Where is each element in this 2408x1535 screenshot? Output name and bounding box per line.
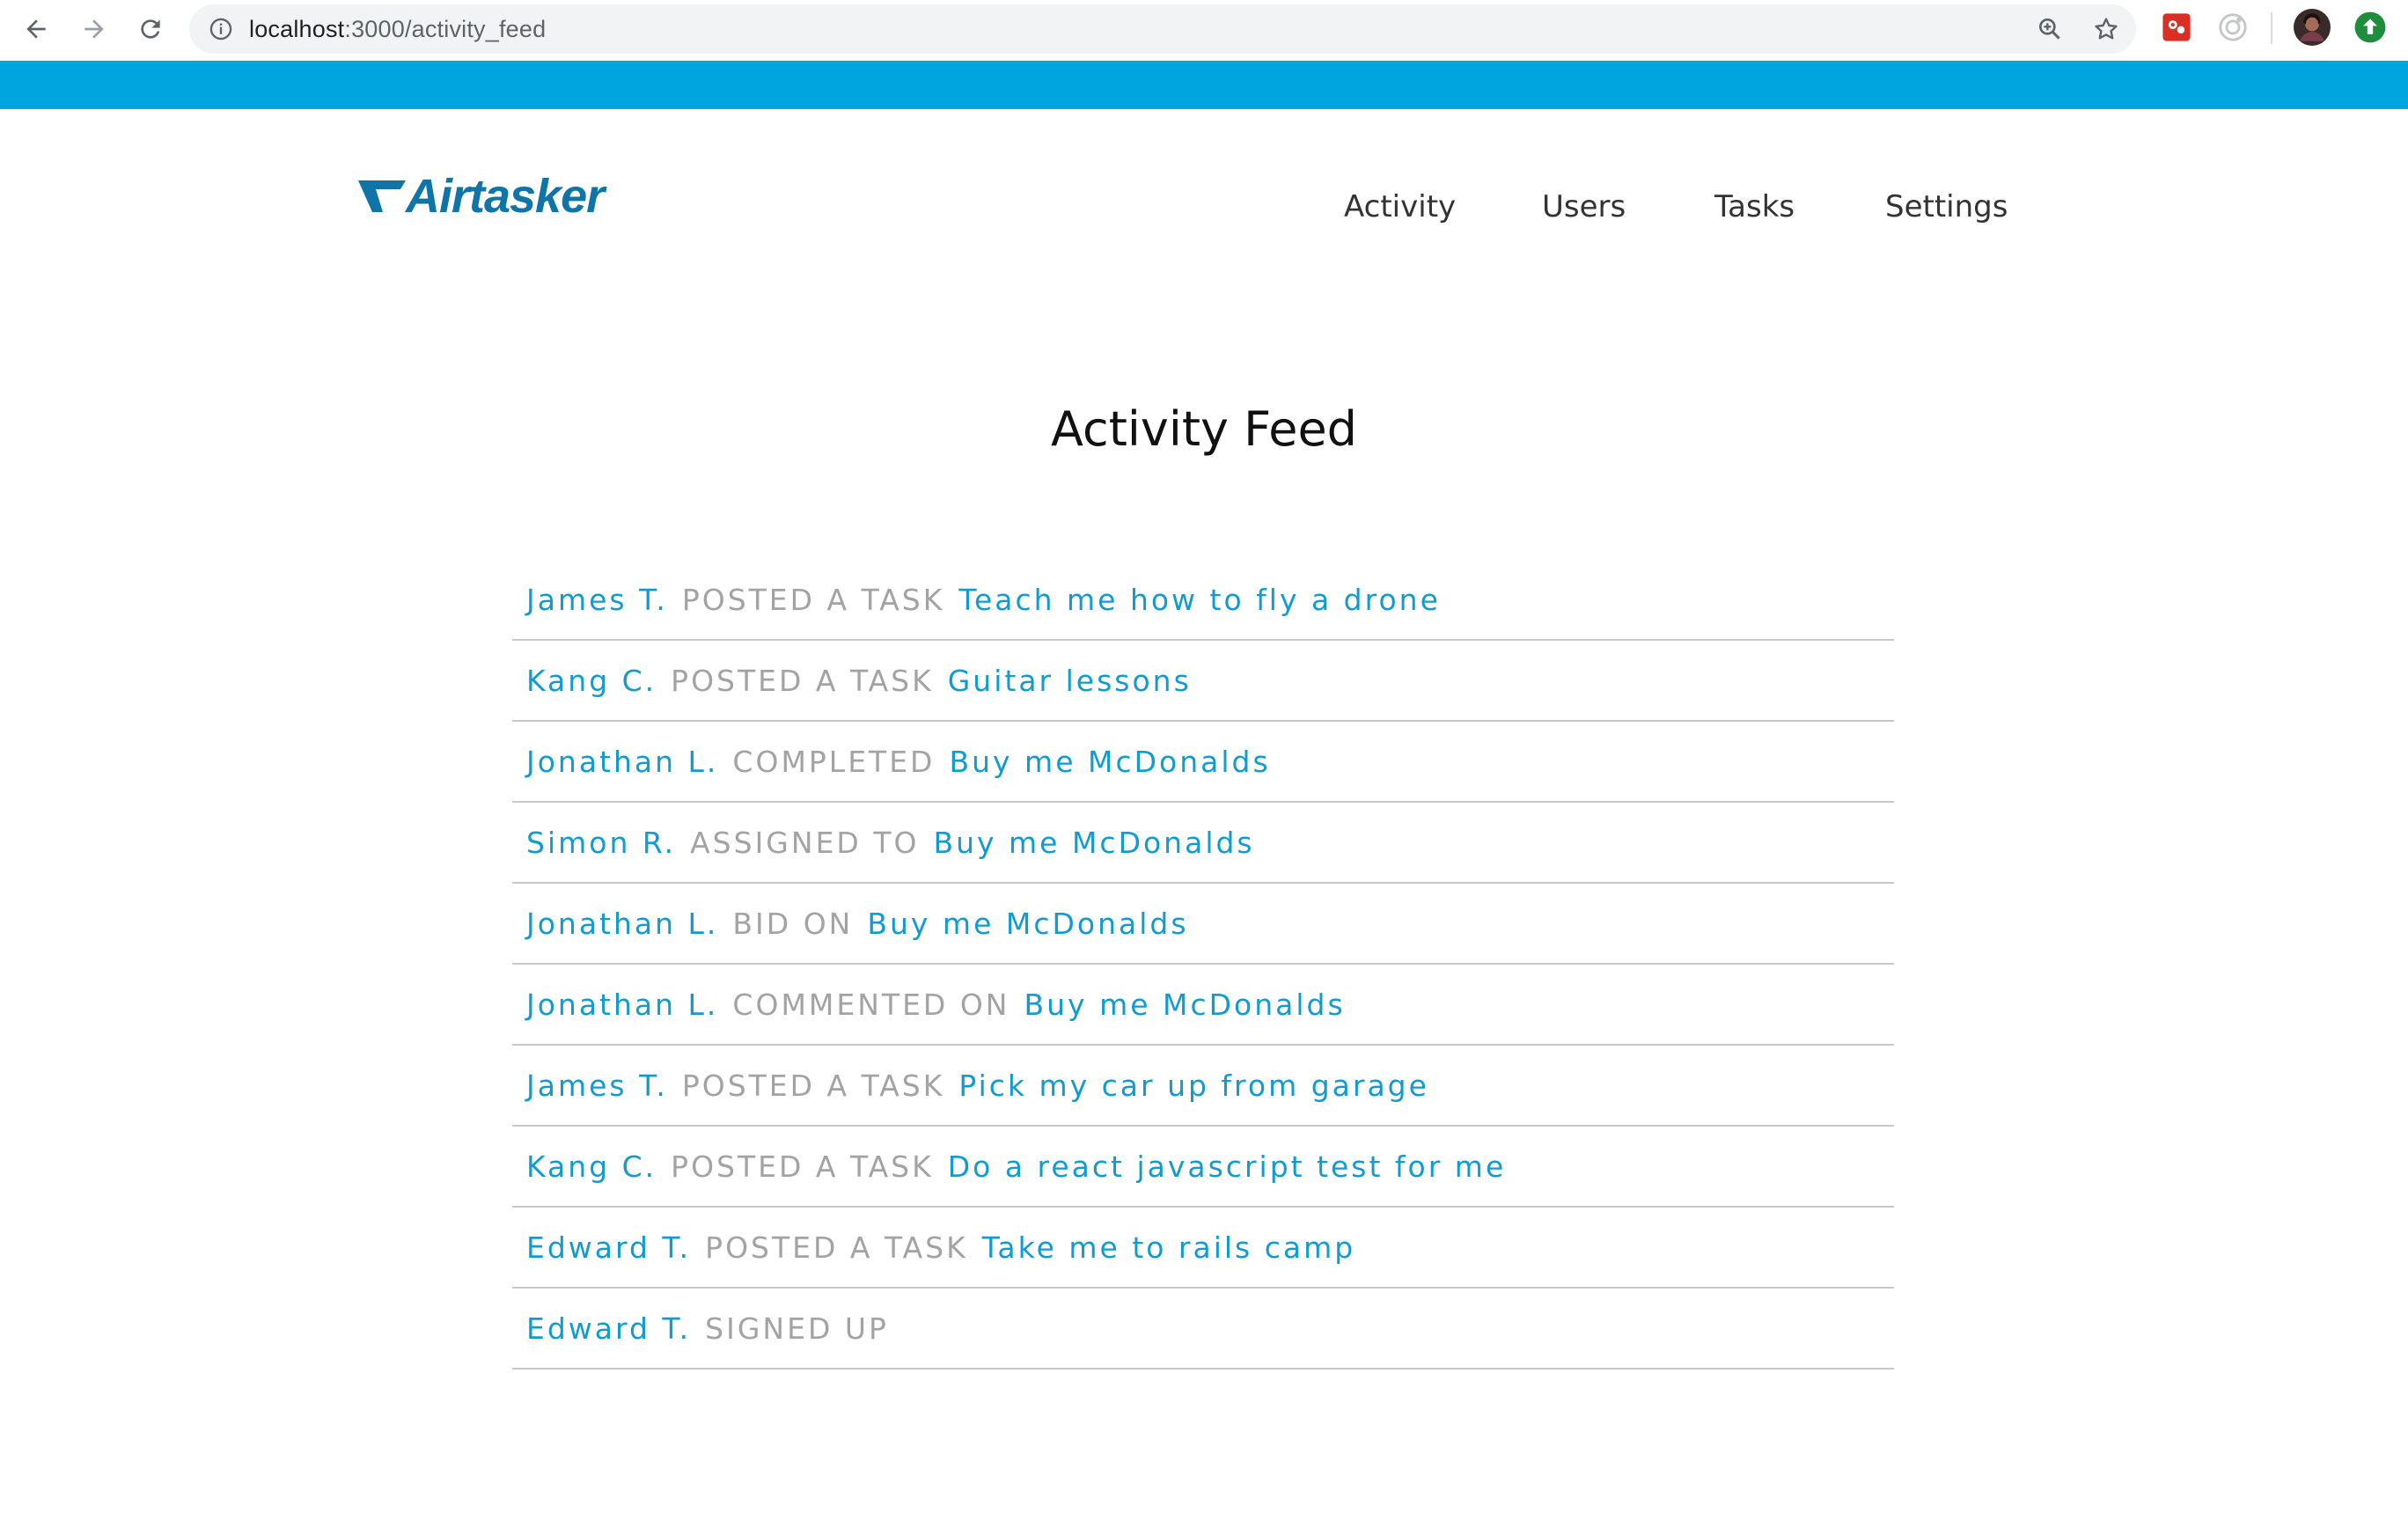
feed-user-link[interactable]: Jonathan L. <box>526 745 718 779</box>
activity-feed: James T. POSTED A TASK Teach me how to f… <box>512 560 1894 1370</box>
address-bar[interactable]: localhost:3000/activity_feed <box>189 4 2136 54</box>
toolbar-separator <box>2271 12 2272 44</box>
feed-action: POSTED A TASK <box>705 1230 968 1265</box>
feed-task-link[interactable]: Take me to rails camp <box>982 1230 1355 1265</box>
star-icon[interactable] <box>2092 15 2120 43</box>
forward-button[interactable] <box>72 7 116 51</box>
accent-banner <box>0 61 2408 109</box>
feed-task-link[interactable]: Buy me McDonalds <box>933 826 1254 860</box>
avatar[interactable] <box>2294 9 2331 46</box>
url-text[interactable]: localhost:3000/activity_feed <box>249 4 546 54</box>
feed-action: POSTED A TASK <box>681 1068 945 1103</box>
feed-action: COMMENTED ON <box>732 987 1010 1022</box>
feed-action: BID ON <box>732 906 854 941</box>
back-arrow-icon <box>26 19 46 39</box>
nav-item-settings[interactable]: Settings <box>1885 180 2008 233</box>
airtasker-logo[interactable]: Airtasker <box>356 170 605 223</box>
feed-user-link[interactable]: Jonathan L. <box>526 988 718 1022</box>
reload-button[interactable] <box>128 7 173 51</box>
feed-item: Edward T. POSTED A TASK Take me to rails… <box>512 1208 1894 1289</box>
feed-user-link[interactable]: Jonathan L. <box>526 907 718 941</box>
feed-item: Kang C. POSTED A TASK Do a react javascr… <box>512 1127 1894 1208</box>
feed-task-link[interactable]: Do a react javascript test for me <box>948 1149 1507 1184</box>
feed-action: ASSIGNED TO <box>690 825 920 860</box>
forward-arrow-icon <box>84 19 104 39</box>
feed-user-link[interactable]: James T. <box>526 583 668 617</box>
update-icon[interactable] <box>2353 11 2387 44</box>
back-button[interactable] <box>14 7 58 51</box>
feed-action: POSTED A TASK <box>681 582 945 617</box>
zoom-icon[interactable] <box>2036 15 2064 43</box>
feed-action: SIGNED UP <box>705 1311 889 1346</box>
logo-text: Airtasker <box>406 170 605 223</box>
feed-item: Edward T. SIGNED UP <box>512 1289 1894 1370</box>
feed-task-link[interactable]: Teach me how to fly a drone <box>958 583 1440 617</box>
url-host: localhost <box>249 16 345 42</box>
feed-user-link[interactable]: Edward T. <box>526 1230 691 1265</box>
feed-task-link[interactable]: Buy me McDonalds <box>1024 988 1346 1022</box>
nav-item-tasks[interactable]: Tasks <box>1714 180 1795 233</box>
feed-task-link[interactable]: Guitar lessons <box>948 664 1192 698</box>
extension-red-icon[interactable] <box>2162 12 2191 42</box>
feed-user-link[interactable]: Simon R. <box>526 826 676 860</box>
feed-user-link[interactable]: Edward T. <box>526 1311 691 1346</box>
feed-action: POSTED A TASK <box>671 663 934 698</box>
feed-user-link[interactable]: James T. <box>526 1069 668 1103</box>
page-title: Activity Feed <box>1051 401 1357 457</box>
feed-task-link[interactable]: Pick my car up from garage <box>958 1069 1429 1103</box>
feed-item: James T. POSTED A TASK Pick my car up fr… <box>512 1046 1894 1127</box>
feed-item: Simon R. ASSIGNED TO Buy me McDonalds <box>512 803 1894 884</box>
url-path: :3000/activity_feed <box>344 16 547 42</box>
feed-item: Jonathan L. BID ON Buy me McDonalds <box>512 884 1894 965</box>
logo-mark-icon <box>358 180 406 212</box>
feed-item: Jonathan L. COMPLETED Buy me McDonalds <box>512 722 1894 803</box>
feed-action: POSTED A TASK <box>671 1149 934 1184</box>
feed-action: COMPLETED <box>732 744 936 779</box>
browser-toolbar: localhost:3000/activity_feed <box>0 0 2408 58</box>
extension-gray-icon[interactable] <box>2218 12 2248 42</box>
feed-item: Jonathan L. COMMENTED ON Buy me McDonald… <box>512 965 1894 1046</box>
nav-item-users[interactable]: Users <box>1542 180 1626 233</box>
info-icon[interactable] <box>209 17 233 41</box>
feed-item: James T. POSTED A TASK Teach me how to f… <box>512 560 1894 641</box>
feed-user-link[interactable]: Kang C. <box>526 664 657 698</box>
feed-task-link[interactable]: Buy me McDonalds <box>949 745 1270 779</box>
reload-icon <box>141 19 160 39</box>
nav-item-activity[interactable]: Activity <box>1344 180 1456 233</box>
feed-user-link[interactable]: Kang C. <box>526 1149 657 1184</box>
feed-item: Kang C. POSTED A TASK Guitar lessons <box>512 641 1894 722</box>
feed-task-link[interactable]: Buy me McDonalds <box>867 907 1188 941</box>
